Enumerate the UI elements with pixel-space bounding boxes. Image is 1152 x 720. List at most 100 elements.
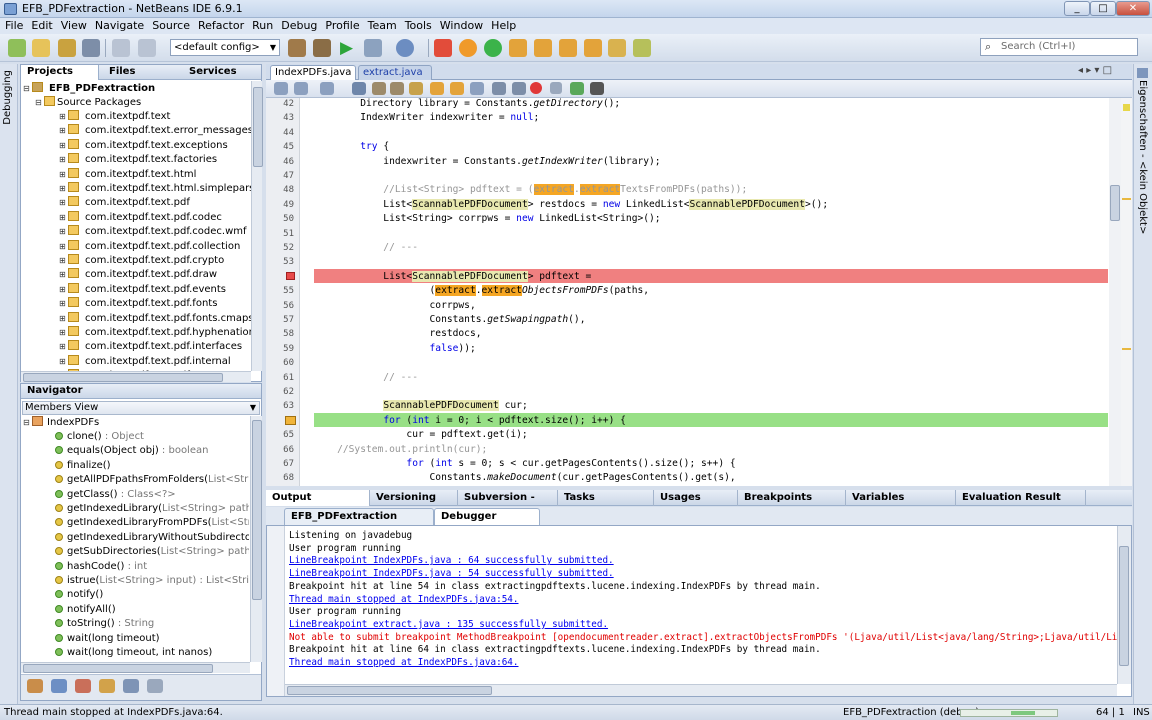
tab-extract-java[interactable]: extract.java (358, 65, 432, 80)
console-line[interactable]: LineBreakpoint extract.java : 135 succes… (289, 618, 608, 631)
members-view-select[interactable]: Members View ▼ (22, 401, 260, 415)
tab-debug-session[interactable]: EFB_PDFextraction (debug) (284, 508, 434, 538)
line-number-gutter[interactable]: 42 43 44 45 46 47 48 49 50 51 52 53 55 56 57 58 59 60 61 62… (266, 98, 300, 486)
redo-icon[interactable] (138, 39, 156, 57)
toggle-highlight-icon[interactable] (409, 82, 423, 95)
tab-output-2[interactable]: Subversion - Auto... (458, 490, 558, 518)
close-button[interactable]: ✕ (1116, 1, 1150, 16)
properties-side-tab[interactable]: Eigenschaften - <kein Objekt> (1137, 80, 1148, 234)
navigator-member[interactable]: hashCode() : int (55, 560, 147, 574)
package-node[interactable]: ⊞ com.itextpdf.text.pdf.codec (59, 210, 222, 225)
package-node[interactable]: ⊞ com.itextpdf.text.pdf.crypto (59, 254, 224, 268)
shift-right-icon[interactable] (512, 82, 526, 95)
navigator-member[interactable]: equals(Object obj) : boolean (55, 444, 208, 458)
package-node[interactable]: ⊞ com.itextpdf.text.pdf.collection (59, 239, 240, 254)
projects-scrollbar[interactable] (251, 81, 263, 371)
navigator-hscrollbar[interactable] (21, 662, 250, 673)
comment-icon[interactable] (590, 82, 604, 95)
package-node[interactable]: ⊞ com.itextpdf.text.pdf.fonts.cmaps (59, 311, 251, 326)
step-over-icon[interactable] (509, 39, 527, 57)
package-node[interactable]: ⊞ com.itextpdf.text.factories (59, 153, 217, 167)
profile-icon[interactable] (396, 39, 414, 57)
forward-icon[interactable] (320, 82, 334, 95)
console-scrollbar[interactable] (1117, 526, 1131, 684)
tab-output-5[interactable]: Breakpoints (738, 490, 846, 506)
tab-debugger-console[interactable]: Debugger Console ✕ (434, 508, 540, 538)
navigator-member[interactable]: notifyAll() (55, 603, 116, 617)
package-node[interactable]: ⊞ com.itextpdf.text.html (59, 167, 196, 182)
build-hammer-icon[interactable] (288, 39, 306, 57)
find-previous-icon[interactable] (372, 82, 386, 95)
minimize-button[interactable]: _ (1064, 1, 1090, 16)
package-node[interactable]: ⊞ com.itextpdf.text.html.simpleparser (59, 182, 251, 196)
shift-left-icon[interactable] (492, 82, 506, 95)
run-to-cursor-icon[interactable] (608, 39, 626, 57)
tab-output-6[interactable]: Variables (846, 490, 956, 506)
package-node[interactable]: ⊞ com.itextpdf.text (59, 110, 170, 124)
run-icon[interactable]: ▶ (340, 39, 358, 57)
console-line[interactable]: Thread main stopped at IndexPDFs.java:64… (289, 656, 519, 669)
navigator-member[interactable]: getAllPDFpathsFromFolders(List<String> f… (55, 473, 249, 487)
menu-window[interactable]: Window (437, 18, 486, 34)
sort-by-name-icon[interactable] (147, 679, 163, 693)
new-file-icon[interactable] (8, 39, 26, 57)
error-stripe[interactable] (1121, 98, 1132, 486)
editor-tab-nav-icons[interactable]: ◂ ▸ ▾ □ (1078, 65, 1112, 76)
menu-tools[interactable]: Tools (402, 18, 435, 34)
stop-macro-icon[interactable] (550, 82, 562, 94)
tab-output-4[interactable]: Usages (654, 490, 738, 506)
package-node[interactable]: ⊞ com.itextpdf.text.pdf.internal (59, 354, 231, 369)
package-node[interactable]: ⊞ com.itextpdf.text.error_messages (59, 124, 251, 138)
menu-help[interactable]: Help (488, 18, 519, 34)
tab-output-7[interactable]: Evaluation Result (956, 490, 1086, 506)
navigator-member[interactable]: getSubDirectories(List<String> paths) : … (55, 545, 249, 559)
prev-bookmark-icon[interactable] (430, 82, 444, 95)
tab-projects[interactable]: Projects (21, 65, 99, 80)
package-node[interactable]: ⊞ com.itextpdf.text.pdf.hyphenation (59, 326, 251, 340)
config-select[interactable]: <default config> ▼ (170, 39, 280, 56)
menu-navigate[interactable]: Navigate (92, 18, 147, 34)
tab-services[interactable]: Services (183, 65, 237, 80)
editor-scrollbar[interactable] (1109, 98, 1121, 486)
next-bookmark-icon[interactable] (450, 82, 464, 95)
navigator-member[interactable]: wait(long timeout, int nanos) (55, 646, 212, 660)
step-into-icon[interactable] (559, 39, 577, 57)
console-hscrollbar[interactable] (285, 684, 1117, 696)
find-next-icon[interactable] (390, 82, 404, 95)
menu-file[interactable]: File (2, 18, 26, 34)
menu-profile[interactable]: Profile (322, 18, 362, 34)
tab-output-0[interactable]: Output (266, 490, 370, 506)
menu-debug[interactable]: Debug (278, 18, 320, 34)
console-line[interactable]: LineBreakpoint IndexPDFs.java : 54 succe… (289, 567, 614, 580)
debug-project-icon[interactable] (364, 39, 382, 57)
package-node[interactable]: ⊞ com.itextpdf.text.pdf (59, 196, 190, 210)
check-file-icon[interactable] (570, 82, 584, 95)
tab-files[interactable]: Files (103, 65, 135, 80)
navigator-member[interactable]: istrue(List<String> input) : List<String… (55, 574, 249, 588)
filter-nonpublic-icon[interactable] (75, 679, 91, 693)
package-node[interactable]: ⊞ com.itextpdf.text.pdf.events (59, 282, 226, 297)
debugging-side-tab[interactable]: Debugging (2, 70, 13, 125)
debugger-console[interactable]: Listening on javadebug User program runni… (266, 525, 1132, 697)
back-icon[interactable] (294, 82, 308, 95)
console-line[interactable]: LineBreakpoint IndexPDFs.java : 64 succe… (289, 554, 614, 567)
filter-inherited-icon[interactable] (99, 679, 115, 693)
breakpoint-current-pc-icon[interactable] (285, 416, 296, 425)
menu-run[interactable]: Run (249, 18, 276, 34)
navigator-member[interactable]: getIndexedLibraryFromPDFs(List<String> p… (55, 516, 249, 530)
sort-icon[interactable] (123, 679, 139, 693)
step-out-icon[interactable] (584, 39, 602, 57)
menu-view[interactable]: View (58, 18, 90, 34)
code-editor[interactable]: 42 43 44 45 46 47 48 49 50 51 52 53 55 56 57 58 59 60 61 62… (266, 98, 1132, 486)
editor-scroll-thumb[interactable] (1110, 185, 1120, 221)
package-node[interactable]: ⊞ com.itextpdf.text.pdf.fonts (59, 297, 217, 311)
package-node[interactable]: ⊞ com.itextpdf.text.exceptions (59, 138, 228, 153)
menu-refactor[interactable]: Refactor (195, 18, 247, 34)
tab-output-1[interactable]: Versioning Output (370, 490, 458, 518)
navigator-member[interactable]: toString() : String (55, 617, 154, 631)
menu-edit[interactable]: Edit (28, 18, 55, 34)
navigator-member[interactable]: getIndexedLibrary(List<String> paths) : … (55, 502, 249, 516)
menu-source[interactable]: Source (149, 18, 193, 34)
navigator-member[interactable]: getClass() : Class<?> (55, 488, 176, 502)
open-project-icon[interactable] (58, 39, 76, 57)
